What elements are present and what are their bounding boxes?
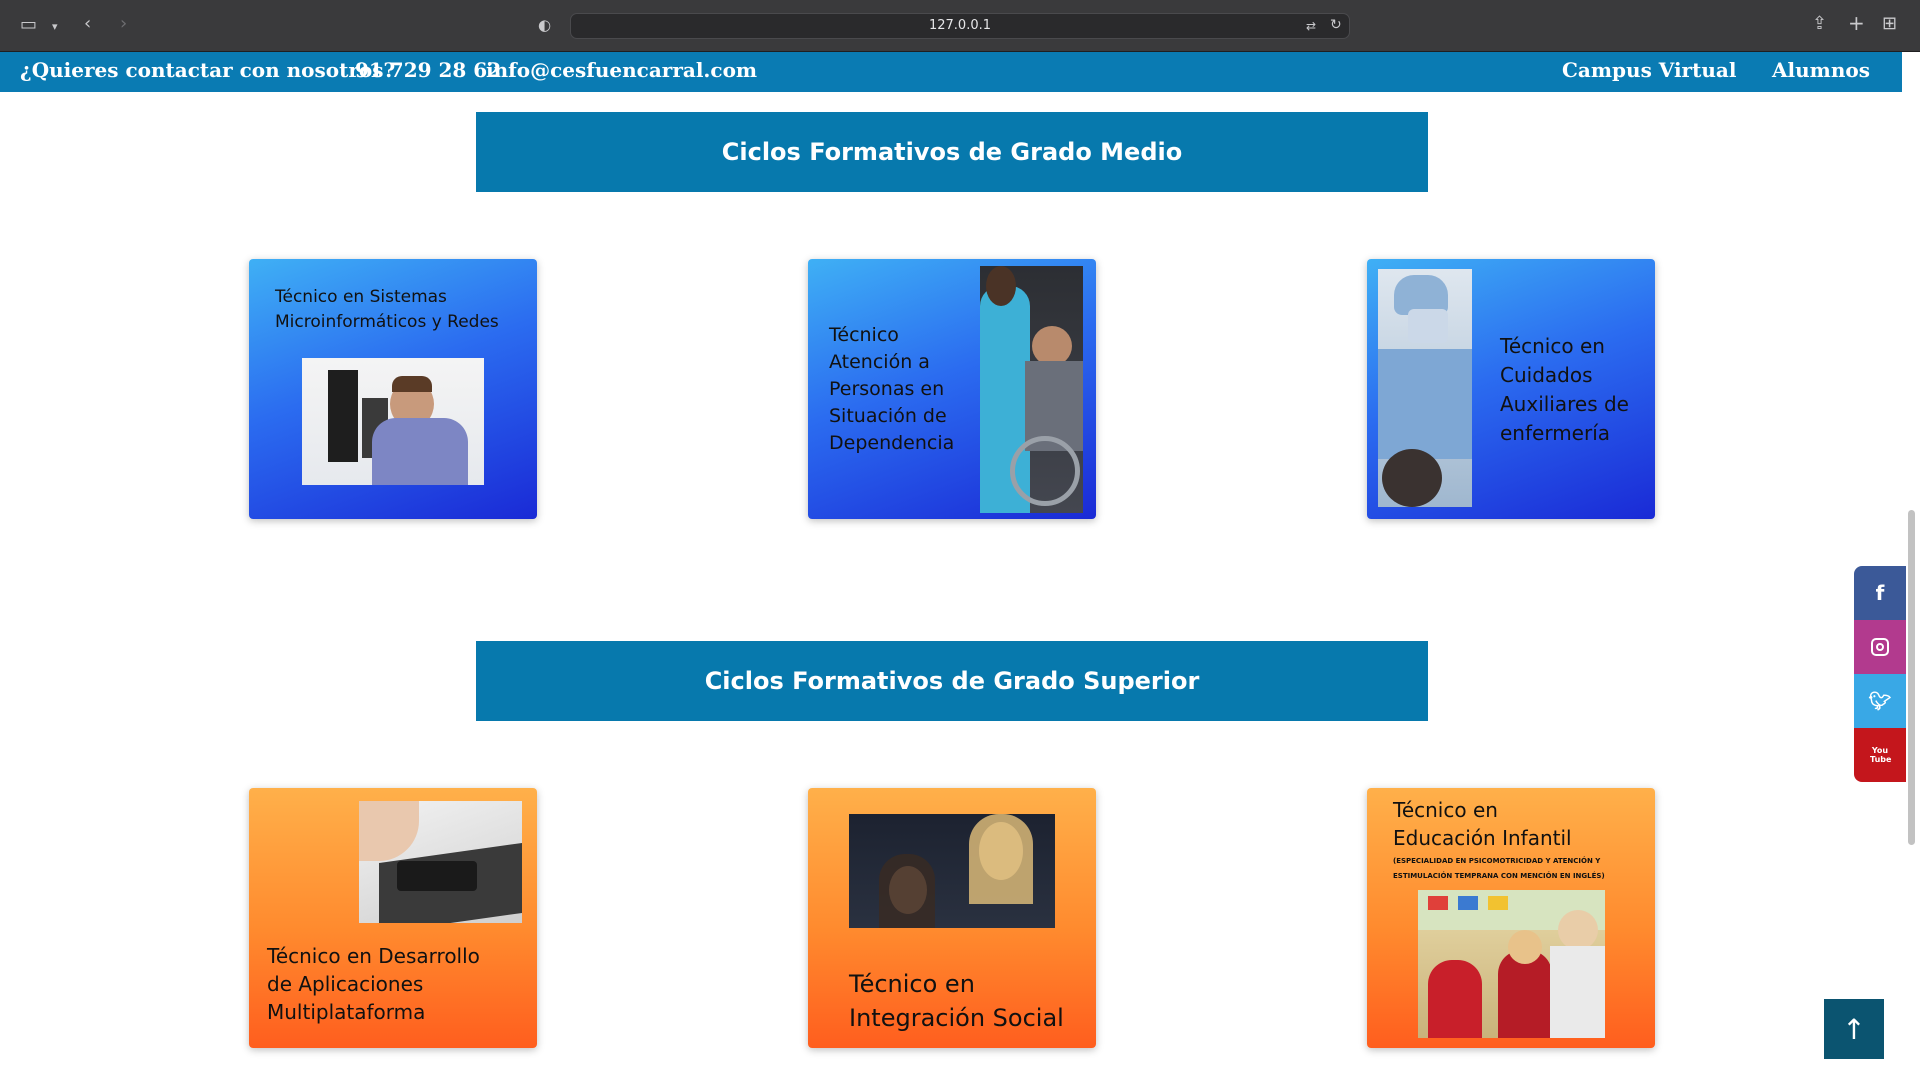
- contact-question: ¿Quieres contactar con nosotros?: [20, 58, 396, 82]
- card-title-line: Técnico en: [1500, 334, 1605, 358]
- card-title-line: Técnico: [829, 324, 899, 346]
- course-card-integracion-social[interactable]: Técnico en Integración Social: [808, 788, 1096, 1048]
- phone-link[interactable]: 91 729 28 62: [355, 58, 501, 82]
- back-to-top-button[interactable]: ↑: [1824, 999, 1884, 1059]
- children-in-classroom-image: [1418, 890, 1605, 1038]
- nurse-with-elderly-patient-image: [980, 266, 1083, 513]
- alumnos-link[interactable]: Alumnos: [1772, 58, 1870, 82]
- nurse-with-lab-samples-image: [1378, 269, 1472, 507]
- browser-toolbar: ▭ ▾ ‹ › ◐ 127.0.0.1 ⇄ ↻ ⇪ + ⊞: [0, 0, 1920, 52]
- card-title-line: Personas en: [829, 378, 945, 400]
- youtube-link[interactable]: You Tube: [1854, 728, 1906, 782]
- facebook-icon: f: [1875, 581, 1885, 605]
- card-title-line: de Aplicaciones: [267, 972, 424, 996]
- card-title-line: Técnico en: [849, 970, 975, 998]
- card-title-line: Técnico en Desarrollo: [267, 944, 480, 968]
- new-tab-icon[interactable]: +: [1848, 13, 1865, 33]
- card-title-line: Cuidados: [1500, 363, 1593, 387]
- card-title-line: Integración Social: [849, 1004, 1064, 1032]
- card-title-line: Situación de: [829, 405, 947, 427]
- address-bar[interactable]: 127.0.0.1: [570, 13, 1350, 39]
- tab-overview-icon[interactable]: ⊞: [1882, 15, 1897, 33]
- youtube-icon: You Tube: [1870, 746, 1892, 764]
- back-arrow-icon[interactable]: ‹: [84, 15, 91, 33]
- campus-virtual-link[interactable]: Campus Virtual: [1562, 58, 1736, 82]
- hand-on-laptop-image: [359, 801, 522, 923]
- share-icon[interactable]: ⇪: [1812, 15, 1827, 33]
- card-title-line: Auxiliares de: [1500, 392, 1629, 416]
- contact-bar: ¿Quieres contactar con nosotros? 91 729 …: [0, 52, 1902, 92]
- facebook-link[interactable]: f: [1854, 566, 1906, 620]
- forward-arrow-icon[interactable]: ›: [120, 15, 127, 33]
- course-card-atencion-dependencia[interactable]: Técnico Atención a Personas en Situación…: [808, 259, 1096, 519]
- email-link[interactable]: info@cesfuencarral.com: [486, 58, 757, 82]
- course-card-desarrollo-multiplataforma[interactable]: Técnico en Desarrollo de Aplicaciones Mu…: [249, 788, 537, 1048]
- sidebar-toggle-icon[interactable]: ▭: [20, 16, 37, 34]
- card-title-line: Multiplataforma: [267, 1000, 426, 1024]
- card-title-line: Técnico en: [1393, 798, 1498, 822]
- card-title-line: enfermería: [1500, 421, 1611, 445]
- section-heading-grado-medio: Ciclos Formativos de Grado Medio: [476, 112, 1428, 192]
- course-card-educacion-infantil[interactable]: Técnico en Educación Infantil (ESPECIALI…: [1367, 788, 1655, 1048]
- url-text: 127.0.0.1: [928, 18, 992, 33]
- card-title-line: Microinformáticos y Redes: [275, 312, 499, 332]
- chevron-down-icon[interactable]: ▾: [52, 18, 58, 36]
- card-title-line: Técnico en Sistemas: [275, 287, 447, 307]
- reload-icon[interactable]: ↻: [1330, 16, 1342, 34]
- students-at-computers-image: [302, 358, 484, 485]
- instagram-link[interactable]: [1854, 620, 1906, 674]
- card-title-line: Atención a: [829, 351, 930, 373]
- two-women-at-computer-image: [849, 814, 1055, 928]
- course-card-sistemas-microinformaticos[interactable]: Técnico en Sistemas Microinformáticos y …: [249, 259, 537, 519]
- translate-icon[interactable]: ⇄: [1306, 17, 1316, 35]
- twitter-link[interactable]: 🐦︎: [1854, 674, 1906, 728]
- arrow-up-icon: ↑: [1842, 1012, 1866, 1046]
- page-scrollbar[interactable]: [1908, 510, 1915, 845]
- section-heading-grado-superior: Ciclos Formativos de Grado Superior: [476, 641, 1428, 721]
- twitter-icon: 🐦︎: [1868, 690, 1892, 712]
- shield-icon[interactable]: ◐: [538, 16, 551, 34]
- course-card-cuidados-auxiliares[interactable]: Técnico en Cuidados Auxiliares de enferm…: [1367, 259, 1655, 519]
- card-title-line: Dependencia: [829, 432, 955, 454]
- card-note-line: ESTIMULACIÓN TEMPRANA CON MENCIÓN EN ING…: [1393, 872, 1605, 880]
- card-note-line: (ESPECIALIDAD EN PSICOMOTRICIDAD Y ATENC…: [1393, 857, 1601, 865]
- card-title-line: Educación Infantil: [1393, 826, 1572, 850]
- instagram-icon: [1871, 638, 1889, 656]
